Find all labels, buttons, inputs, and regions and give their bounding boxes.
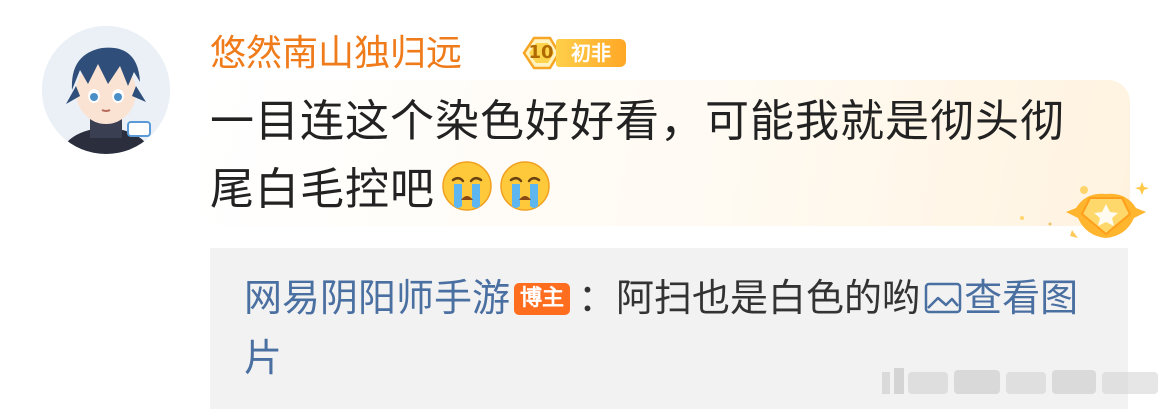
comment-line-1: 一目连这个染色好好看，可能我就是彻头彻	[210, 96, 1065, 147]
crying-emoji	[441, 160, 493, 212]
host-badge: 博主	[514, 283, 571, 315]
level-badge: 10 初非	[520, 35, 626, 71]
comment-text: 一目连这个染色好好看，可能我就是彻头彻 尾白毛控吧	[210, 88, 1090, 224]
username[interactable]: 悠然南山独归远	[210, 30, 462, 78]
comment-line-2: 尾白毛控吧	[210, 164, 435, 215]
reply-content: 阿扫也是白色的哟	[616, 276, 921, 320]
avatar[interactable]	[42, 26, 170, 154]
picture-icon[interactable]	[924, 281, 962, 315]
reply-username[interactable]: 网易阴阳师手游	[244, 276, 510, 320]
avatar-image	[42, 26, 170, 154]
reply-separator: ：	[578, 276, 617, 320]
crying-emoji	[499, 160, 551, 212]
level-tag: 初非	[556, 39, 626, 67]
medal-icon	[1014, 178, 1158, 248]
watermark	[880, 362, 1162, 402]
